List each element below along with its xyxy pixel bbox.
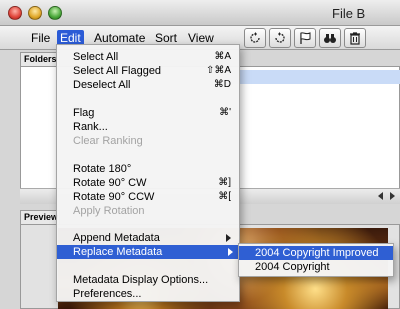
menu-item-rotate-90-cw[interactable]: Rotate 90° CW ⌘] xyxy=(73,176,237,190)
tab-folders[interactable]: Folders xyxy=(20,52,60,66)
menu-item-label: Select All Flagged xyxy=(73,65,162,77)
menu-item-rotate-180[interactable]: Rotate 180° xyxy=(73,162,237,176)
menu-item-label: Apply Rotation xyxy=(73,205,145,217)
shortcut: ⌘] xyxy=(218,177,231,188)
submenu-item-2004-copyright[interactable]: 2004 Copyright xyxy=(239,260,393,274)
selected-folder-row[interactable] xyxy=(220,70,400,84)
menu-item-select-all-flagged[interactable]: Select All Flagged ⇧⌘A xyxy=(73,64,237,78)
shortcut: ⌘D xyxy=(213,79,231,90)
find-button[interactable] xyxy=(319,28,341,48)
menu-item-label: Clear Ranking xyxy=(73,135,143,147)
menu-item-label: Select All xyxy=(73,51,119,63)
menu-item-label: Deselect All xyxy=(73,79,131,91)
shortcut: ⇧⌘A xyxy=(205,65,231,76)
binoculars-icon xyxy=(324,34,336,43)
menu-item-label: Append Metadata xyxy=(73,232,160,244)
title-bar: File B xyxy=(0,0,400,26)
flag-icon xyxy=(300,32,311,44)
tab-preview[interactable]: Preview xyxy=(20,210,60,224)
menu-item-metadata-display-options[interactable]: Metadata Display Options... xyxy=(73,273,237,287)
menu-item-rotate-90-ccw[interactable]: Rotate 90° CCW ⌘[ xyxy=(73,190,237,204)
menu-item-preferences[interactable]: Preferences... xyxy=(73,287,237,301)
menu-item-apply-rotation: Apply Rotation xyxy=(73,204,237,218)
submenu-arrow-icon xyxy=(226,234,231,242)
menu-item-label: Rotate 90° CCW xyxy=(73,191,155,203)
menu-item-clear-ranking: Clear Ranking xyxy=(73,134,237,148)
rotate-cw-button[interactable] xyxy=(269,28,291,48)
submenu-item-2004-copyright-improved[interactable]: 2004 Copyright Improved xyxy=(239,246,393,260)
window-title: File B xyxy=(332,6,366,21)
menu-item-label: Metadata Display Options... xyxy=(73,274,209,286)
edit-menu: Select All ⌘A Select All Flagged ⇧⌘A Des… xyxy=(56,44,240,302)
close-window-button[interactable] xyxy=(8,6,22,20)
delete-button[interactable] xyxy=(344,28,366,48)
replace-metadata-submenu: 2004 Copyright Improved 2004 Copyright xyxy=(238,243,394,277)
submenu-arrow-icon xyxy=(228,248,233,256)
menu-item-label: Rotate 180° xyxy=(73,163,132,175)
shortcut: ⌘A xyxy=(214,51,231,62)
flag-button[interactable] xyxy=(294,28,316,48)
scroll-left-icon[interactable] xyxy=(378,192,383,200)
menu-item-label: Rotate 90° CW xyxy=(73,177,147,189)
menu-item-label: Flag xyxy=(73,107,95,119)
zoom-window-button[interactable] xyxy=(48,6,62,20)
menu-item-append-metadata[interactable]: Append Metadata xyxy=(73,231,237,245)
shortcut: ⌘[ xyxy=(218,191,231,202)
trash-icon xyxy=(350,32,360,45)
menu-file[interactable]: File xyxy=(28,30,53,46)
menu-item-rank[interactable]: Rank... xyxy=(73,120,237,134)
rotate-ccw-button[interactable] xyxy=(244,28,266,48)
rotate-ccw-icon xyxy=(250,32,260,43)
menu-item-replace-metadata[interactable]: Replace Metadata xyxy=(57,245,239,259)
minimize-window-button[interactable] xyxy=(28,6,42,20)
menu-item-select-all[interactable]: Select All ⌘A xyxy=(73,50,237,64)
menu-item-label: Rank... xyxy=(73,121,108,133)
scroll-right-icon[interactable] xyxy=(390,192,395,200)
menu-item-label: Replace Metadata xyxy=(73,246,163,258)
menu-item-deselect-all[interactable]: Deselect All ⌘D xyxy=(73,78,237,92)
shortcut: ⌘' xyxy=(219,107,231,118)
menu-item-label: Preferences... xyxy=(73,288,142,300)
rotate-cw-icon xyxy=(275,32,285,43)
menu-item-flag[interactable]: Flag ⌘' xyxy=(73,106,237,120)
